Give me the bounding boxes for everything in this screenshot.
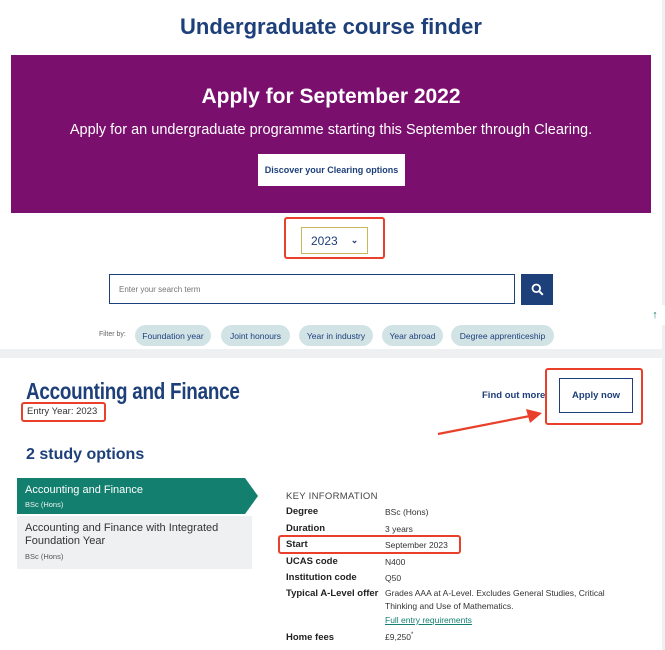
clearing-banner: Apply for September 2022 Apply for an un… (11, 55, 651, 213)
institution-code-label: Institution code (286, 572, 357, 583)
filter-chip-year-in-industry[interactable]: Year in industry (299, 325, 373, 346)
year-select[interactable]: 2023 ⌄ (301, 227, 368, 254)
start-value: September 2023 (385, 540, 448, 550)
typical-offer-label: Typical A-Level offer (286, 588, 379, 599)
home-fees-label: Home fees (286, 632, 335, 643)
duration-label: Duration (286, 523, 326, 534)
study-options-heading: 2 study options (26, 446, 145, 463)
search-button[interactable] (521, 274, 553, 305)
year-select-value: 2023 (311, 233, 338, 248)
filter-chip-joint-honours[interactable]: Joint honours (221, 325, 290, 346)
institution-code-value: Q50 (385, 573, 402, 583)
course-finder-panel: Undergraduate course finder Apply for Se… (0, 0, 662, 349)
filter-chip-foundation-year[interactable]: Foundation year (135, 325, 211, 346)
duration-value: 3 years (385, 524, 413, 534)
key-information-heading: KEY INFORMATION (286, 491, 378, 502)
study-option-2[interactable]: Accounting and Finance with Integrated F… (17, 516, 252, 569)
study-option-title: Accounting and Finance with Integrated F… (25, 522, 219, 547)
apply-now-button[interactable]: Apply now (559, 378, 633, 413)
filter-chip-degree-apprenticeship[interactable]: Degree apprenticeship (451, 325, 554, 346)
study-option-title: Accounting and Finance (25, 484, 144, 496)
banner-subtitle: Apply for an undergraduate programme sta… (69, 122, 593, 138)
annotation-arrow-icon (437, 409, 542, 436)
course-detail-panel: Accounting and Finance Entry Year: 2023 … (0, 358, 662, 650)
study-option-1-pointer (245, 478, 258, 514)
degree-label: Degree (286, 506, 319, 517)
course-title: Accounting and Finance (26, 378, 240, 404)
search-icon (531, 283, 544, 296)
start-label: Start (286, 539, 308, 550)
study-option-1[interactable]: Accounting and Finance BSc (Hons) (17, 478, 258, 514)
banner-title: Apply for September 2022 (201, 85, 461, 108)
discover-clearing-button[interactable]: Discover your Clearing options (258, 154, 405, 186)
home-fees-amount: £9,250 (385, 632, 411, 642)
ucas-code-label: UCAS code (286, 556, 338, 567)
home-fees-value: £9,250* (385, 632, 413, 642)
full-entry-requirements-link[interactable]: Full entry requirements (385, 615, 472, 625)
page-title: Undergraduate course finder (180, 14, 482, 39)
ucas-code-value: N400 (385, 557, 406, 567)
home-fees-marker: * (411, 632, 414, 639)
search-input[interactable] (109, 274, 515, 304)
chevron-down-icon: ⌄ (350, 235, 359, 245)
entry-year: Entry Year: 2023 (27, 406, 98, 417)
back-to-top-icon[interactable]: ↑ (645, 305, 665, 325)
find-out-more-link[interactable]: Find out more (482, 390, 545, 401)
typical-offer-value: Grades AAA at A-Level. Excludes General … (385, 588, 605, 611)
study-option-qualification: BSc (Hons) (25, 500, 64, 509)
degree-value: BSc (Hons) (385, 507, 429, 517)
filter-chip-year-abroad[interactable]: Year abroad (382, 325, 443, 346)
study-option-qualification: BSc (Hons) (25, 552, 64, 561)
filter-label: Filter by: (99, 331, 126, 338)
